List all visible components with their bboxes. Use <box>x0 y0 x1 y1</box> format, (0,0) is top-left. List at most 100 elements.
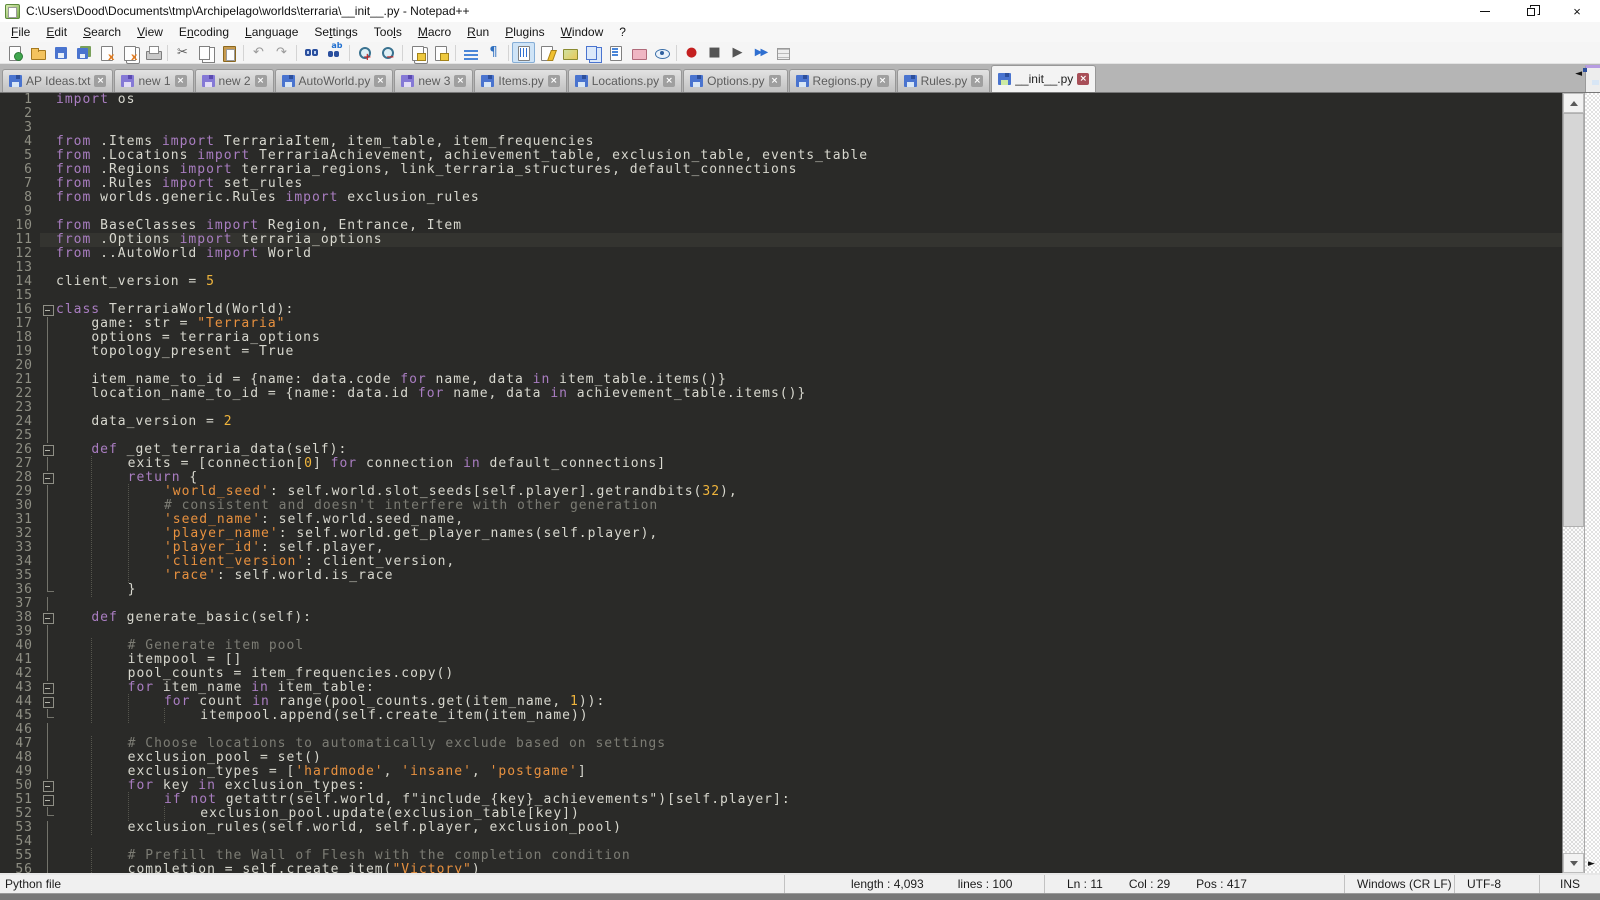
save-button[interactable] <box>49 42 72 63</box>
code-line[interactable]: 20 <box>0 359 1562 373</box>
code-line[interactable]: 28 return { <box>0 471 1562 485</box>
code-line[interactable]: 26 def _get_terraria_data(self): <box>0 443 1562 457</box>
vertical-scrollbar[interactable] <box>1562 93 1584 873</box>
edge-right-arrow-icon[interactable]: ► <box>1588 859 1595 869</box>
macro-play-button[interactable]: ▶ <box>726 42 749 63</box>
code-line[interactable]: 34 'client_version': client_version, <box>0 555 1562 569</box>
code-line[interactable]: 35 'race': self.world.is_race <box>0 569 1562 583</box>
close-tab-icon[interactable]: × <box>255 75 267 87</box>
menu-search[interactable]: Search <box>75 23 129 41</box>
undo-button[interactable]: ↶ <box>247 42 270 63</box>
close-tab-icon[interactable]: × <box>1077 73 1089 85</box>
code-line[interactable]: 7from .Rules import set_rules <box>0 177 1562 191</box>
code-line[interactable]: 30 # consistent and doesn't interfere wi… <box>0 499 1562 513</box>
print-button[interactable] <box>141 42 164 63</box>
code-line[interactable]: 45 itempool.append(self.create_item(item… <box>0 709 1562 723</box>
code-line[interactable]: 39 <box>0 625 1562 639</box>
tab-options-py[interactable]: Options.py× <box>683 69 787 92</box>
close-button[interactable]: × <box>1554 0 1600 22</box>
close-tab-icon[interactable]: × <box>663 75 675 87</box>
code-line[interactable]: 25 <box>0 429 1562 443</box>
save-all-button[interactable] <box>72 42 95 63</box>
find-button[interactable] <box>300 42 323 63</box>
code-line[interactable]: 40 # Generate item pool <box>0 639 1562 653</box>
minimize-button[interactable] <box>1462 0 1508 22</box>
code-line[interactable]: 53 exclusion_rules(self.world, self.play… <box>0 821 1562 835</box>
code-line[interactable]: 41 itempool = [] <box>0 653 1562 667</box>
code-line[interactable]: 23 <box>0 401 1562 415</box>
tab-new-1[interactable]: new 1× <box>114 69 193 92</box>
fold-collapse-icon[interactable] <box>40 793 56 807</box>
code-line[interactable]: 5from .Locations import TerrariaAchievem… <box>0 149 1562 163</box>
doc-map-button[interactable] <box>558 42 581 63</box>
clipped-tab[interactable] <box>1585 65 1600 92</box>
close-button[interactable] <box>95 42 118 63</box>
tab-new-3[interactable]: new 3× <box>394 69 473 92</box>
tab-ap-ideas-txt[interactable]: AP Ideas.txt× <box>2 69 113 92</box>
code-line[interactable]: 36 } <box>0 583 1562 597</box>
fold-collapse-icon[interactable] <box>40 303 56 317</box>
fold-collapse-icon[interactable] <box>40 471 56 485</box>
restore-button[interactable] <box>1508 0 1554 22</box>
code-line[interactable]: 9 <box>0 205 1562 219</box>
menu-macro[interactable]: Macro <box>410 23 459 41</box>
code-line[interactable]: 12from ..AutoWorld import World <box>0 247 1562 261</box>
code-area[interactable]: 1import os 23 4from .Items import Terraria… <box>0 93 1562 873</box>
code-line[interactable]: 48 exclusion_pool = set() <box>0 751 1562 765</box>
fold-collapse-icon[interactable] <box>40 695 56 709</box>
code-line[interactable]: 6from .Regions import terraria_regions, … <box>0 163 1562 177</box>
menu-tools[interactable]: Tools <box>366 23 410 41</box>
tab--init-py[interactable]: __init__.py× <box>991 65 1096 92</box>
tab-autoworld-py[interactable]: AutoWorld.py× <box>275 69 394 92</box>
code-line[interactable]: 43 for item_name in item_table: <box>0 681 1562 695</box>
menu-[interactable]: ? <box>611 23 634 41</box>
word-wrap-button[interactable] <box>459 42 482 63</box>
fold-collapse-icon[interactable] <box>40 443 56 457</box>
indent-guide-button[interactable] <box>512 42 535 63</box>
code-line[interactable]: 46 <box>0 723 1562 737</box>
code-line[interactable]: 56 completion = self.create_item("Victor… <box>0 863 1562 873</box>
code-line[interactable]: 1import os <box>0 93 1562 107</box>
scroll-down-button[interactable] <box>1563 853 1584 873</box>
tab-locations-py[interactable]: Locations.py× <box>568 69 682 92</box>
redo-button[interactable]: ↷ <box>270 42 293 63</box>
code-line[interactable]: 27 exits = [connection[0] for connection… <box>0 457 1562 471</box>
paste-button[interactable] <box>217 42 240 63</box>
code-line[interactable]: 17 game: str = "Terraria" <box>0 317 1562 331</box>
code-line[interactable]: 44 for count in range(pool_counts.get(it… <box>0 695 1562 709</box>
doc-list-button[interactable] <box>581 42 604 63</box>
code-line[interactable]: 38 def generate_basic(self): <box>0 611 1562 625</box>
code-line[interactable]: 21 item_name_to_id = {name: data.code fo… <box>0 373 1562 387</box>
menu-edit[interactable]: Edit <box>38 23 75 41</box>
menu-settings[interactable]: Settings <box>306 23 365 41</box>
close-tab-icon[interactable]: × <box>877 75 889 87</box>
code-line[interactable]: 16class TerrariaWorld(World): <box>0 303 1562 317</box>
copy-button[interactable] <box>194 42 217 63</box>
scroll-up-button[interactable] <box>1563 93 1584 113</box>
code-line[interactable]: 47 # Choose locations to automatically e… <box>0 737 1562 751</box>
menu-view[interactable]: View <box>129 23 171 41</box>
code-line[interactable]: 13 <box>0 261 1562 275</box>
code-line[interactable]: 33 'player_id': self.player, <box>0 541 1562 555</box>
menu-file[interactable]: File <box>3 23 38 41</box>
code-line[interactable]: 3 <box>0 121 1562 135</box>
monitoring-edit-button[interactable] <box>604 42 627 63</box>
menu-language[interactable]: Language <box>237 23 306 41</box>
code-line[interactable]: 29 'world_seed': self.world.slot_seeds[s… <box>0 485 1562 499</box>
close-tab-icon[interactable]: × <box>769 75 781 87</box>
code-line[interactable]: 4from .Items import TerrariaItem, item_t… <box>0 135 1562 149</box>
code-line[interactable]: 15 <box>0 289 1562 303</box>
code-line[interactable]: 22 location_name_to_id = {name: data.id … <box>0 387 1562 401</box>
macro-record-button[interactable]: ● <box>680 42 703 63</box>
close-tab-icon[interactable]: × <box>374 75 386 87</box>
sync-vertical-button[interactable] <box>406 42 429 63</box>
new-file-button[interactable] <box>3 42 26 63</box>
show-all-chars-button[interactable]: ¶ <box>482 42 505 63</box>
close-tab-icon[interactable]: × <box>94 75 106 87</box>
tab-new-2[interactable]: new 2× <box>195 69 274 92</box>
code-line[interactable]: 51 if not getattr(self.world, f"include_… <box>0 793 1562 807</box>
code-line[interactable]: 24 data_version = 2 <box>0 415 1562 429</box>
code-line[interactable]: 55 # Prefill the Wall of Flesh with the … <box>0 849 1562 863</box>
code-line[interactable]: 42 pool_counts = item_frequencies.copy() <box>0 667 1562 681</box>
tab-rules-py[interactable]: Rules.py× <box>897 69 991 92</box>
